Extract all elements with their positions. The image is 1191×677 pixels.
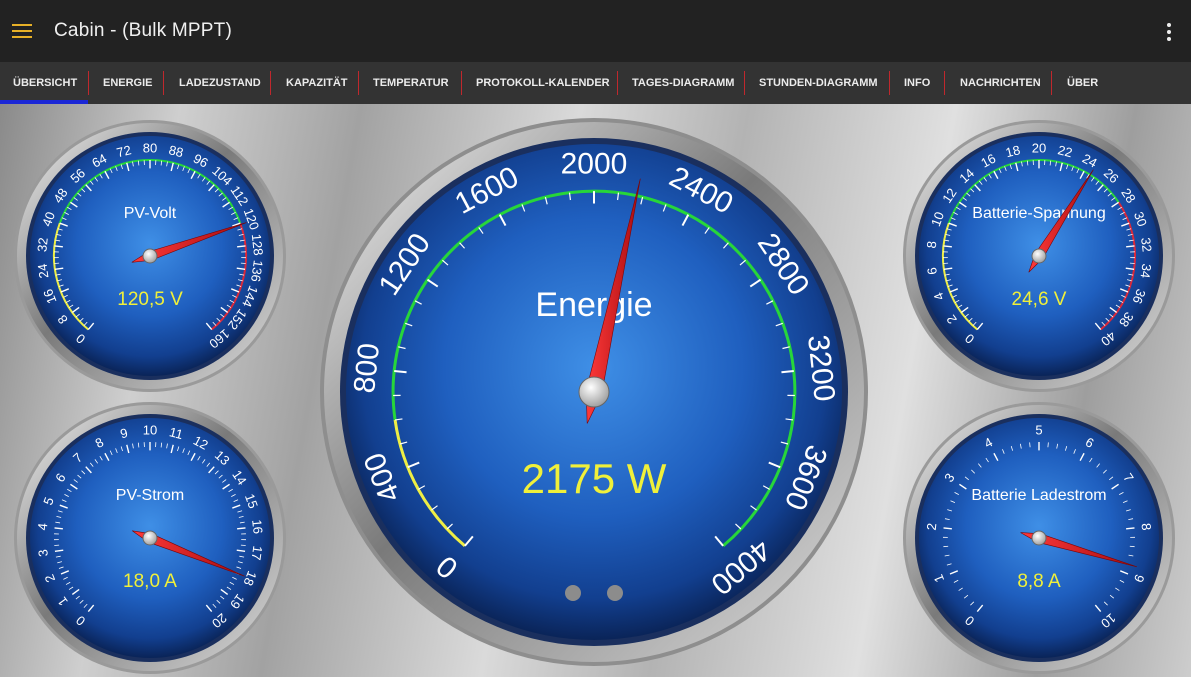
tab-separator (88, 71, 89, 95)
app-title: Cabin - (Bulk MPPT) (54, 20, 233, 41)
tab-info[interactable]: INFO (904, 62, 930, 104)
tab-kapazitaet[interactable]: KAPAZITÄT (286, 62, 348, 104)
tab-temperatur[interactable]: TEMPERATUR (373, 62, 449, 104)
tab-separator (1051, 71, 1052, 95)
tab-ueber[interactable]: ÜBER (1067, 62, 1098, 104)
tab-separator (270, 71, 271, 95)
page-dot[interactable] (607, 585, 623, 601)
tab-nachrichten[interactable]: NACHRICHTEN (960, 62, 1041, 104)
tab-bar: ÜBERSICHT ENERGIE LADEZUSTAND KAPAZITÄT … (0, 62, 1191, 104)
tab-separator (744, 71, 745, 95)
tab-ladezustand[interactable]: LADEZUSTAND (179, 62, 261, 104)
tab-uebersicht[interactable]: ÜBERSICHT (13, 62, 77, 104)
tab-separator (461, 71, 462, 95)
gauge-dashboard (0, 104, 1191, 677)
tab-stunden-diagramm[interactable]: STUNDEN-DIAGRAMM (759, 62, 878, 104)
overflow-menu-icon[interactable] (1159, 22, 1179, 42)
tab-energie[interactable]: ENERGIE (103, 62, 153, 104)
tab-protokoll-kalender[interactable]: PROTOKOLL-KALENDER (476, 62, 610, 104)
tab-separator (617, 71, 618, 95)
tab-separator (163, 71, 164, 95)
page-dot[interactable] (565, 585, 581, 601)
hamburger-menu-icon[interactable] (12, 22, 34, 40)
tab-separator (358, 71, 359, 95)
tab-separator (889, 71, 890, 95)
tab-tages-diagramm[interactable]: TAGES-DIAGRAMM (632, 62, 734, 104)
tab-separator (944, 71, 945, 95)
app-bar: Cabin - (Bulk MPPT) (0, 0, 1191, 62)
